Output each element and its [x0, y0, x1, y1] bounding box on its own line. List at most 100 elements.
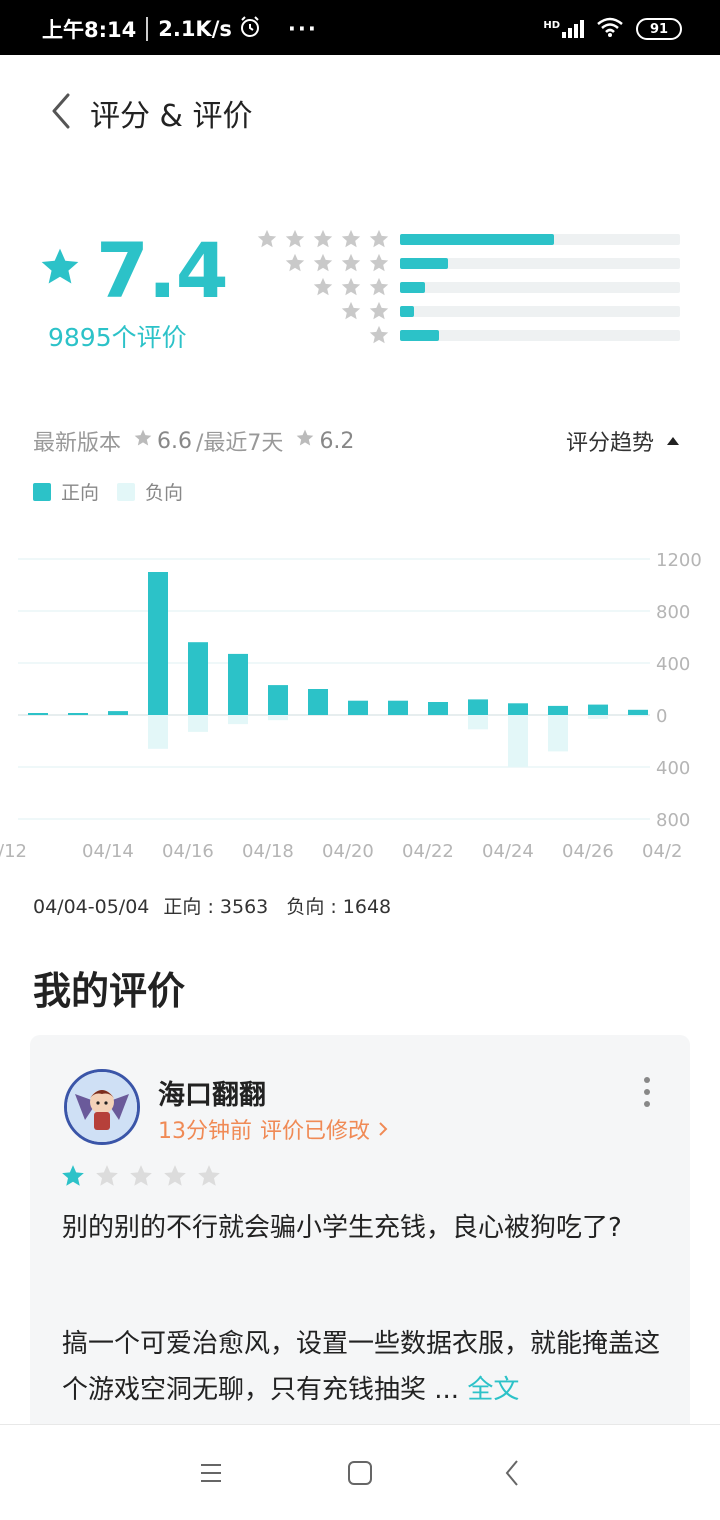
negative-bar[interactable]: [628, 715, 648, 717]
menu-button[interactable]: [193, 1457, 229, 1489]
negative-bar[interactable]: [268, 715, 288, 721]
star-icon: [341, 253, 361, 272]
y-tick-label: 800: [656, 602, 690, 623]
avatar[interactable]: [64, 1069, 140, 1145]
legend-swatch-negative: [117, 482, 136, 501]
legend-negative: 负向: [145, 482, 184, 504]
star-icon: [369, 301, 389, 320]
rating-bar-track: [400, 306, 680, 317]
review-text-body: 搞一个可爱治愈风，设置一些数据衣服，就能掩盖这个游戏空洞无聊，只有充钱抽奖 ..…: [62, 1329, 661, 1405]
x-tick-label: 04/14: [82, 841, 134, 862]
rating-distribution: [250, 228, 690, 348]
positive-bar[interactable]: [28, 713, 48, 715]
rating-row-5-star: [250, 228, 690, 252]
positive-bar[interactable]: [268, 685, 288, 715]
review-edited: 评价已修改: [260, 1119, 371, 1144]
positive-bar[interactable]: [428, 702, 448, 715]
star-icon: [164, 1165, 186, 1186]
negative-bar[interactable]: [508, 715, 528, 767]
x-tick-label: 04/22: [402, 841, 454, 862]
star-icon: [62, 1165, 84, 1186]
star-icon: [313, 229, 333, 248]
rating-count: 9895个评价: [48, 323, 187, 352]
status-divider: [146, 17, 149, 41]
chevron-left-icon: [52, 93, 70, 129]
status-more: ···: [287, 17, 318, 41]
latest-version-score: 6.6: [157, 428, 193, 454]
star-icon: [198, 1165, 220, 1186]
y-tick-label: 400: [656, 654, 690, 675]
negative-bar[interactable]: [588, 715, 608, 719]
status-speed: 2.1K/s: [158, 17, 232, 41]
star-icon: [38, 245, 82, 293]
rating-bar-track: [400, 282, 680, 293]
alarm-icon: [238, 15, 262, 44]
positive-bar[interactable]: [468, 699, 488, 715]
back-button[interactable]: [40, 89, 80, 133]
x-tick-label: 04/24: [482, 841, 534, 862]
rating-row-2-star: [250, 300, 690, 324]
negative-bar[interactable]: [188, 715, 208, 732]
star-icon: [313, 253, 333, 272]
star-icon: [369, 253, 389, 272]
negative-bar[interactable]: [468, 715, 488, 730]
positive-bar[interactable]: [348, 700, 368, 715]
star-icon: [133, 428, 153, 454]
x-tick-label: 04/26: [562, 841, 614, 862]
legend-swatch-positive: [33, 482, 51, 501]
battery-indicator: 91: [636, 18, 682, 40]
star-icon: [295, 428, 315, 454]
recent-score: 6.2: [319, 428, 355, 454]
star-icon: [369, 277, 389, 296]
positive-bar[interactable]: [388, 700, 408, 715]
home-icon: [348, 1461, 372, 1485]
positive-bar[interactable]: [588, 704, 608, 715]
positive-bar[interactable]: [228, 653, 248, 715]
rating-row-4-star: [250, 252, 690, 276]
positive-bar[interactable]: [68, 713, 88, 715]
chart-legend: 正向 负向: [33, 478, 183, 505]
latest-version-label: 最新版本: [33, 431, 122, 456]
rating-trend-chart[interactable]: 1200 800 400 0 400 800/12 04/14 04/16 04/18 04/20…: [0, 540, 720, 870]
negative-bar[interactable]: [548, 715, 568, 752]
x-tick-label: 04/18: [242, 841, 294, 862]
status-bar: 上午8:14 2.1K/s ··· HD 91: [0, 0, 720, 55]
rating-row-3-star: [250, 276, 690, 300]
rating-bar-track: [400, 258, 680, 269]
positive-bar[interactable]: [548, 705, 568, 715]
positive-bar[interactable]: [308, 689, 328, 715]
star-icon: [369, 325, 389, 344]
system-back-button[interactable]: [494, 1457, 530, 1489]
more-options-button[interactable]: [640, 1077, 654, 1107]
negative-bar[interactable]: [148, 715, 168, 749]
chevron-right-icon: [379, 1122, 388, 1136]
x-tick-label: 04/2: [642, 841, 682, 862]
back-icon: [505, 1460, 518, 1486]
review-meta[interactable]: 13分钟前 评价已修改: [158, 1113, 388, 1145]
star-icon: [285, 229, 305, 248]
home-button[interactable]: [342, 1457, 378, 1489]
system-nav-bar: [0, 1424, 720, 1520]
positive-bar[interactable]: [108, 711, 128, 715]
positive-bar[interactable]: [628, 709, 648, 715]
rating-trend-toggle[interactable]: 评分趋势: [566, 425, 680, 457]
full-text-link[interactable]: 全文: [467, 1375, 519, 1405]
negative-bar[interactable]: [228, 715, 248, 725]
star-icon: [341, 301, 361, 320]
positive-bar[interactable]: [508, 703, 528, 715]
rating-row-stars: [284, 252, 390, 274]
positive-bar[interactable]: [148, 572, 168, 715]
star-icon: [257, 229, 277, 248]
legend-positive: 正向: [61, 482, 100, 504]
positive-bar[interactable]: [188, 642, 208, 715]
y-tick-label: 1200: [656, 550, 702, 571]
x-tick-label: 04/16: [162, 841, 214, 862]
x-tick-label: /12: [0, 841, 27, 862]
signal-icon: HD: [543, 20, 584, 38]
rating-bar-fill: [400, 330, 440, 341]
version-scores: 最新版本 6.6 /最近7天 6.2: [33, 425, 354, 457]
wifi-icon: [596, 16, 624, 42]
reviewer-name: 海口翻翻: [158, 1080, 266, 1111]
status-time: 上午8:14: [42, 18, 137, 42]
trend-label: 评分趋势: [565, 431, 654, 456]
